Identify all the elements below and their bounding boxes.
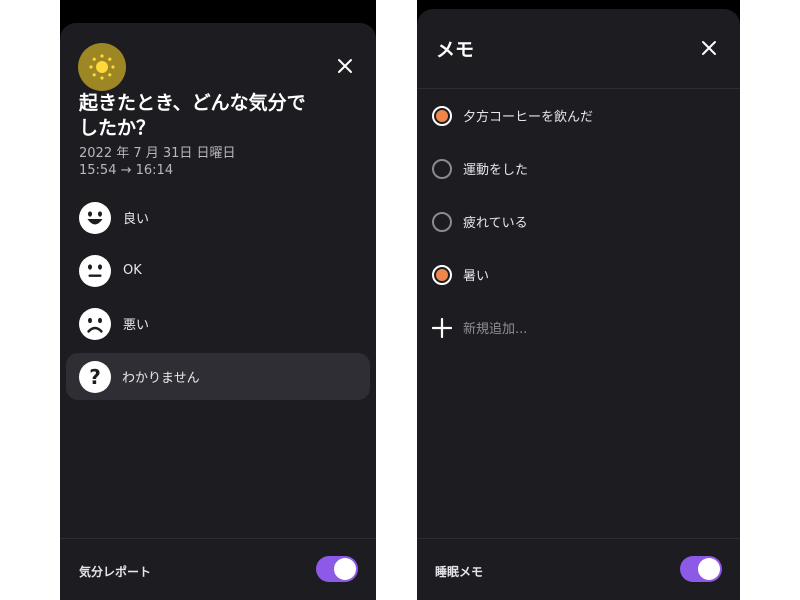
close-button[interactable]	[334, 55, 356, 77]
neutral-face-icon	[79, 254, 111, 287]
plus-icon	[432, 317, 452, 338]
toggle-knob	[334, 558, 356, 580]
memo-list: 夕方コーヒーを飲んだ 運動をした 疲れている 暑い 新規追加...	[417, 89, 740, 354]
radio-checked[interactable]	[432, 105, 452, 126]
question-icon: ?	[79, 360, 111, 393]
memo-item-hot[interactable]: 暑い	[417, 248, 740, 301]
memo-item-tired[interactable]: 疲れている	[417, 195, 740, 248]
mood-sheet: 起きたとき、どんな気分でしたか？ 2022 年 7 月 31日 日曜日 15:5…	[60, 23, 376, 600]
sleep-memo-label: 睡眠メモ	[435, 565, 484, 579]
mood-option-unknown[interactable]: ? わかりません	[66, 353, 370, 400]
session-datetime: 2022 年 7 月 31日 日曜日 15:54 → 16:14	[79, 145, 236, 179]
mood-options: 良い OK 悪い ? わかりません	[60, 191, 376, 400]
memo-sheet: メモ 夕方コーヒーを飲んだ 運動をした 疲れている 暑い 新規追加... 睡眠メ…	[417, 9, 740, 600]
mood-screen: 起きたとき、どんな気分でしたか？ 2022 年 7 月 31日 日曜日 15:5…	[60, 0, 376, 600]
close-icon	[702, 41, 716, 55]
radio-unchecked[interactable]	[432, 158, 452, 179]
add-memo-button[interactable]: 新規追加...	[417, 301, 740, 354]
mood-report-toggle[interactable]	[316, 556, 358, 582]
session-time-range: 15:54 → 16:14	[79, 163, 174, 178]
radio-checked[interactable]	[432, 264, 452, 285]
toggle-knob	[698, 558, 720, 580]
memo-item-label: 夕方コーヒーを飲んだ	[463, 110, 594, 125]
sleep-memo-footer: 睡眠メモ	[417, 538, 740, 600]
memo-title: メモ	[436, 39, 475, 61]
close-button[interactable]	[698, 37, 720, 59]
svg-text:?: ?	[89, 365, 101, 389]
memo-item-label: 暑い	[463, 269, 490, 284]
mood-question-title: 起きたとき、どんな気分でしたか？	[79, 92, 306, 139]
mood-report-footer: 気分レポート	[60, 538, 376, 600]
memo-item-exercise[interactable]: 運動をした	[417, 142, 740, 195]
sun-icon	[78, 43, 126, 91]
mood-option-bad[interactable]: 悪い	[60, 297, 376, 350]
sad-face-icon	[79, 307, 111, 340]
mood-option-good[interactable]: 良い	[60, 191, 376, 244]
memo-item-label: 疲れている	[463, 216, 528, 231]
session-date: 2022 年 7 月 31日 日曜日	[79, 146, 236, 161]
mood-option-label: わかりません	[122, 371, 200, 386]
close-icon	[338, 59, 352, 73]
mood-report-label: 気分レポート	[79, 565, 152, 579]
memo-screen: メモ 夕方コーヒーを飲んだ 運動をした 疲れている 暑い 新規追加... 睡眠メ…	[417, 0, 740, 600]
mood-option-label: 良い	[123, 212, 150, 227]
mood-option-label: 悪い	[123, 318, 150, 333]
memo-item-label: 運動をした	[463, 163, 529, 178]
happy-face-icon	[79, 201, 111, 234]
memo-item-coffee[interactable]: 夕方コーヒーを飲んだ	[417, 89, 740, 142]
add-memo-label: 新規追加...	[463, 322, 528, 337]
radio-unchecked[interactable]	[432, 211, 452, 232]
sleep-memo-toggle[interactable]	[680, 556, 722, 582]
mood-option-ok[interactable]: OK	[60, 244, 376, 297]
mood-option-label: OK	[123, 263, 142, 278]
